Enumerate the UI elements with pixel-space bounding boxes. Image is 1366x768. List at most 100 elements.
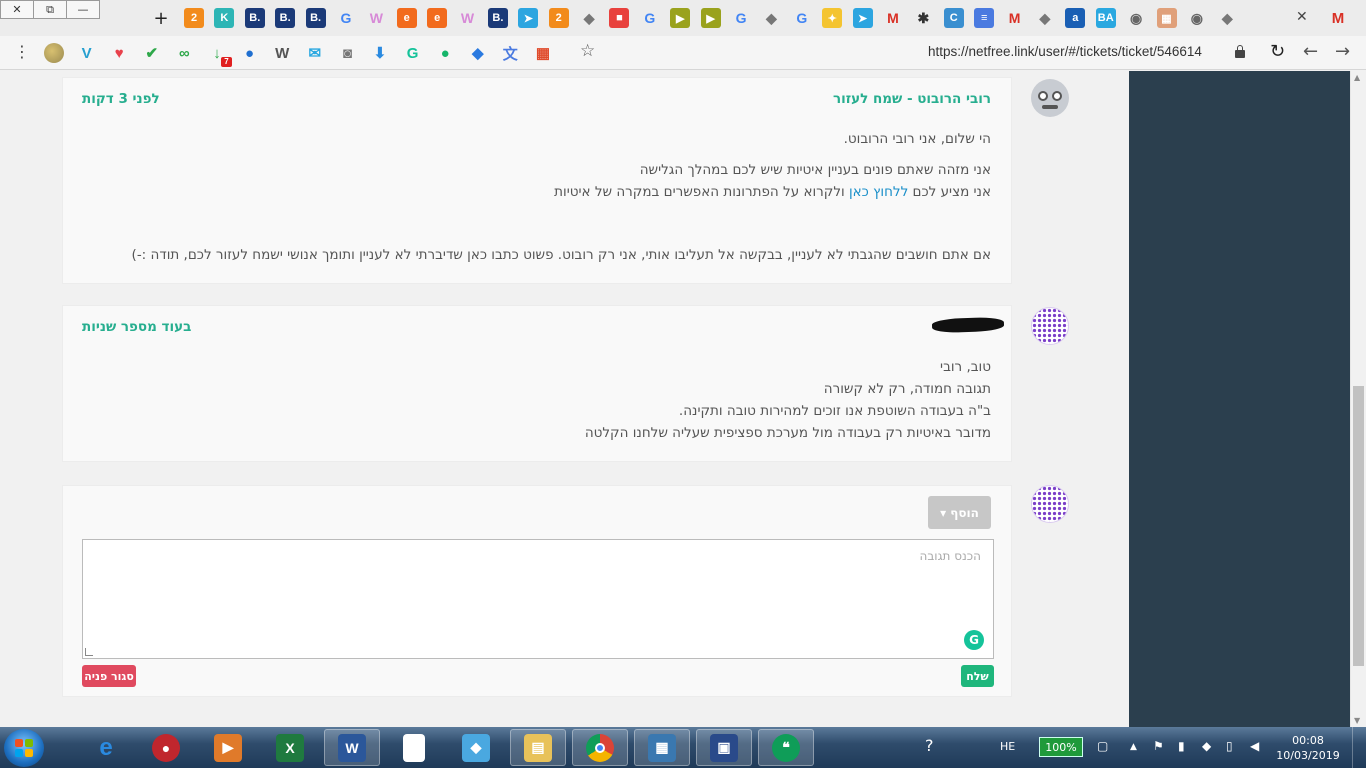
tab-icon-play1-icon[interactable]: ▶ [670,8,691,28]
taskbar-photos[interactable]: ▦ [634,729,690,766]
taskbar-hangouts[interactable]: ❝ [758,729,814,766]
close-ticket-button[interactable]: סגור פניה [82,665,136,687]
tab-icon-google1-icon[interactable]: G [336,8,356,28]
tab-icon-gmail2-icon[interactable]: M [1005,8,1025,28]
tab-icon-w1-icon[interactable]: W [366,8,386,28]
scroll-up-icon[interactable]: ▲ [1354,73,1360,82]
tab-icon-red-icon[interactable]: ■ [609,8,630,28]
send-button[interactable]: שלח [961,665,994,687]
tab-icon-e1-icon[interactable]: e [396,8,417,28]
taskbar-media-player[interactable]: ▶ [200,729,256,766]
tab-icon-b2-icon[interactable]: B. [275,8,296,28]
ext-v-icon[interactable]: V [77,43,97,63]
ext-pocket-icon[interactable]: ♥ [109,43,129,63]
ext-user-icon[interactable]: ● [240,43,260,63]
reply-input[interactable] [83,540,993,658]
tab-icon-gmail1-icon[interactable]: M [883,8,903,28]
ext-windows-icon[interactable]: ▦ [533,43,553,63]
new-tab-button[interactable]: + [150,7,172,29]
ext-download-icon[interactable]: ↓ 7 [207,43,232,67]
volume-icon[interactable]: ◀ [1250,739,1259,753]
ext-bubble-icon[interactable]: ● [435,43,455,63]
tab-icon-c-icon[interactable]: C [943,8,964,28]
tab-icon-google4-icon[interactable]: G [792,8,812,28]
language-indicator[interactable]: HE [1000,740,1015,753]
ext-check-icon[interactable]: ✔ [142,43,162,63]
ext-save-icon[interactable]: ⬇ [370,43,390,63]
tab-icon-circle2-icon[interactable]: ◉ [1187,8,1207,28]
tab-icon-2-icon[interactable]: 2 [184,8,204,28]
tab-close-icon[interactable]: ✕ [1296,9,1308,25]
tab-icon-shield1-icon[interactable]: ◆ [579,8,599,28]
tab-icon-shield4-icon[interactable]: ◆ [1217,8,1237,28]
tab-icon-photo-icon[interactable]: ▦ [1156,8,1177,28]
tab-icon-telegram1-icon[interactable]: ➤ [518,8,539,28]
lock-icon[interactable] [1235,45,1245,58]
ext-dropbox-icon[interactable]: ◆ [468,43,488,63]
tab-icon-2b-icon[interactable]: 2 [548,8,569,28]
scroll-thumb[interactable] [1353,386,1364,666]
menu-icon[interactable]: ⋮ [14,44,30,60]
click-here-link[interactable]: ללחוץ כאן [849,184,908,200]
tab-icon-telegram2-icon[interactable]: ➤ [852,8,873,28]
window-close-button[interactable]: ✕ [0,0,34,19]
address-bar[interactable]: https://netfree.link/user/#/tickets/tick… [928,44,1202,59]
add-dropdown-button[interactable]: הוסף ▾ [928,496,991,529]
taskbar-word[interactable]: W [324,729,380,766]
tab-icon-docs-icon[interactable]: ≡ [974,8,995,28]
window-minimize-button[interactable]: — [66,0,100,19]
power-icon[interactable]: ▯ [1226,739,1233,753]
grammarly-icon[interactable]: G [964,630,984,650]
ext-mail-icon[interactable]: ✉ [305,43,325,63]
taskbar-red-app[interactable]: ● [138,729,194,766]
help-icon[interactable]: ? [925,736,934,755]
battery-indicator[interactable]: 100% [1039,737,1083,757]
ext-avatar-icon[interactable] [44,43,64,63]
network-signal-icon[interactable]: ▮ [1178,739,1185,753]
tab-icon-ba-icon[interactable]: BA [1095,8,1116,28]
tab-icon-w2-icon[interactable]: W [458,8,478,28]
bookmark-star-icon[interactable]: ☆ [580,41,595,61]
tab-icon-b1-icon[interactable]: B. [244,8,265,28]
taskbar-ie[interactable]: e [78,729,134,766]
taskbar-document[interactable] [386,729,442,766]
tab-icon-google2-icon[interactable]: G [640,8,660,28]
start-button[interactable] [4,729,44,767]
taskbar-excel[interactable]: X [262,729,318,766]
dropbox-tray-icon[interactable]: ◆ [1202,739,1211,753]
tab-icon-google3-icon[interactable]: G [731,8,751,28]
ext-grammarly-icon[interactable]: G [403,43,423,63]
action-center-flag-icon[interactable]: ⚑ [1153,739,1164,753]
tab-icon-e2-icon[interactable]: e [427,8,448,28]
tab-icon-a-icon[interactable]: a [1065,8,1086,28]
show-desktop-button[interactable] [1352,727,1366,768]
tab-icon-k-icon[interactable]: K [214,8,235,28]
forward-arrow-icon[interactable]: → [1335,41,1350,62]
tab-icon-shield3-icon[interactable]: ◆ [1035,8,1055,28]
tab-icon-bulb-icon[interactable]: ✦ [822,8,843,28]
system-clock[interactable]: 00:08 10/03/2019 [1276,733,1340,763]
tray-expand-icon[interactable]: ▲ [1130,742,1137,752]
page-scrollbar[interactable]: ▲ ▼ [1350,71,1366,727]
resize-handle[interactable] [85,648,93,656]
back-arrow-icon[interactable]: ← [1303,41,1318,62]
reload-icon[interactable]: ↻ [1270,41,1285,62]
scroll-down-icon[interactable]: ▼ [1354,716,1360,725]
tab-icon-circle1-icon[interactable]: ◉ [1126,8,1146,28]
ext-translate-icon[interactable]: 文 [500,43,520,63]
tray-app-icon[interactable]: ▢ [1097,739,1108,753]
tab-icon-play2-icon[interactable]: ▶ [700,8,721,28]
taskbar-remote-desktop[interactable]: ▣ [696,729,752,766]
ext-link-icon[interactable]: ∞ [174,43,194,63]
taskbar-chrome[interactable] [572,729,628,766]
taskbar-folder-app[interactable]: ◆ [448,729,504,766]
ext-camera-icon[interactable]: ◙ [337,43,357,63]
tab-icon-shield2-icon[interactable]: ◆ [761,8,781,28]
window-restore-button[interactable]: ⧉ [33,0,67,19]
tab-icon-b3-icon[interactable]: B. [305,8,326,28]
active-tab-gmail-icon[interactable]: M [1328,8,1348,28]
tab-icon-gear-icon[interactable]: ✱ [913,8,933,28]
taskbar-explorer[interactable]: ▤ [510,729,566,766]
tab-icon-b4-icon[interactable]: B. [487,8,508,28]
ext-wordpress-icon[interactable]: W [272,43,292,63]
